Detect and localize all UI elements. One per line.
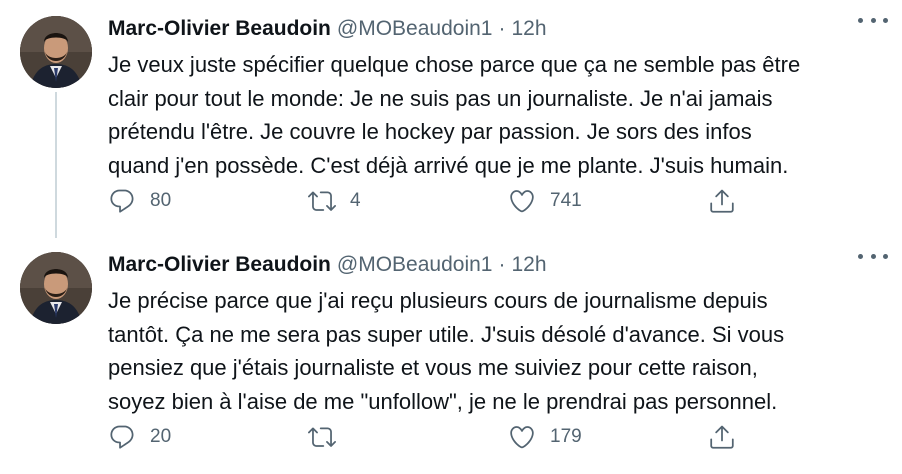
reply-icon — [110, 425, 134, 449]
author-handle[interactable]: @MOBeaudoin1 — [337, 14, 493, 44]
tweet[interactable]: Marc-Olivier Beaudoin @MOBeaudoin1 · 12h… — [0, 0, 902, 238]
reply-icon — [110, 189, 134, 213]
like-button[interactable]: 741 — [508, 187, 582, 215]
tweet-actions: 20 179 — [108, 422, 768, 452]
tweet-text: Je veux juste spécifier quelque chose pa… — [108, 52, 801, 178]
heart-icon — [510, 426, 534, 449]
more-options-button[interactable] — [858, 10, 888, 30]
like-count: 741 — [550, 190, 582, 211]
tweet-content: Marc-Olivier Beaudoin @MOBeaudoin1 · 12h… — [108, 250, 886, 449]
tweet-timestamp[interactable]: 12h — [511, 250, 546, 280]
author-name[interactable]: Marc-Olivier Beaudoin — [108, 14, 331, 44]
thread-connector-line — [55, 92, 57, 238]
author-name[interactable]: Marc-Olivier Beaudoin — [108, 250, 331, 280]
more-options-button[interactable] — [858, 246, 888, 266]
share-button[interactable] — [708, 187, 736, 215]
author-handle[interactable]: @MOBeaudoin1 — [337, 250, 493, 280]
header-separator: · — [498, 253, 506, 276]
tweet-header: Marc-Olivier Beaudoin @MOBeaudoin1 · 12h — [108, 250, 886, 280]
tweet-actions: 80 4 741 — [108, 186, 768, 216]
like-button[interactable]: 179 — [508, 423, 582, 451]
reply-count: 80 — [150, 190, 172, 211]
header-separator: · — [498, 17, 506, 40]
tweet[interactable]: Marc-Olivier Beaudoin @MOBeaudoin1 · 12h… — [0, 236, 902, 474]
reply-count: 20 — [150, 426, 172, 447]
heart-icon — [510, 190, 534, 213]
tweet-header: Marc-Olivier Beaudoin @MOBeaudoin1 · 12h — [108, 14, 886, 44]
tweet-content: Marc-Olivier Beaudoin @MOBeaudoin1 · 12h… — [108, 14, 886, 213]
tweet-timestamp[interactable]: 12h — [511, 14, 546, 44]
tweet-text: Je précise parce que j'ai reçu plusieurs… — [108, 288, 785, 414]
retweet-icon — [308, 191, 336, 211]
more-icon — [858, 17, 863, 23]
like-count: 179 — [550, 426, 582, 447]
share-button[interactable] — [708, 423, 736, 451]
reply-button[interactable]: 20 — [108, 423, 171, 451]
avatar[interactable] — [20, 252, 92, 324]
share-icon — [710, 189, 734, 213]
share-icon — [710, 425, 734, 449]
retweet-button[interactable] — [308, 423, 350, 451]
reply-button[interactable]: 80 — [108, 187, 171, 215]
retweet-button[interactable]: 4 — [308, 187, 361, 215]
avatar[interactable] — [20, 16, 92, 88]
tweet-thread: Marc-Olivier Beaudoin @MOBeaudoin1 · 12h… — [0, 0, 902, 474]
retweet-icon — [308, 427, 336, 447]
retweet-count: 4 — [350, 190, 361, 211]
more-icon — [858, 253, 863, 259]
